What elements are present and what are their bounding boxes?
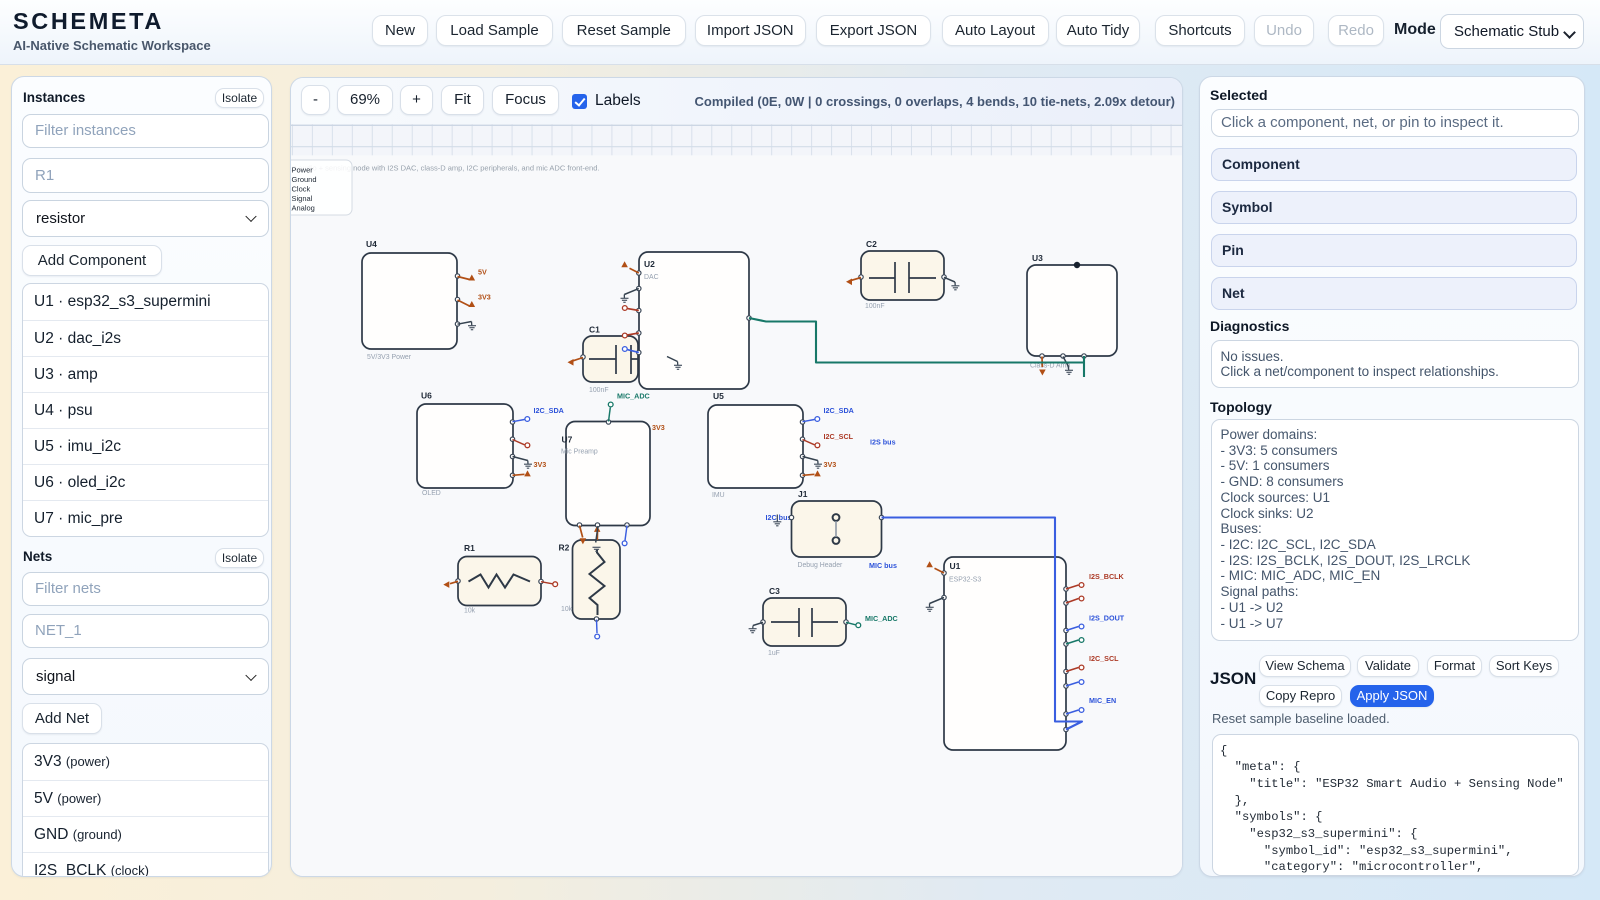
- svg-text:I2S_BCLK: I2S_BCLK: [1089, 572, 1125, 581]
- svg-text:R1: R1: [464, 543, 475, 553]
- svg-text:Analog: Analog: [292, 204, 315, 213]
- svg-text:R2: R2: [559, 543, 570, 553]
- svg-text:100nF: 100nF: [865, 303, 885, 310]
- svg-text:U4: U4: [366, 239, 377, 249]
- svg-text:I2C_SDA: I2C_SDA: [824, 406, 854, 415]
- svg-text:I2C_SDA: I2C_SDA: [534, 406, 564, 415]
- svg-text:Signal: Signal: [292, 194, 313, 203]
- svg-text:C3: C3: [769, 586, 780, 596]
- svg-text:U2: U2: [644, 259, 655, 269]
- svg-text:I2S bus: I2S bus: [870, 438, 896, 447]
- svg-text:I2C bus: I2C bus: [766, 513, 792, 522]
- svg-text:U6: U6: [421, 391, 432, 401]
- svg-text:Mic Preamp: Mic Preamp: [561, 449, 598, 456]
- svg-text:MIC_ADC: MIC_ADC: [617, 392, 650, 401]
- svg-text:I2S_DOUT: I2S_DOUT: [1089, 614, 1125, 623]
- svg-text:MIC_EN: MIC_EN: [1089, 696, 1116, 705]
- svg-text:U7: U7: [562, 435, 573, 445]
- svg-text:DAC: DAC: [644, 274, 659, 281]
- svg-text:Ground: Ground: [292, 175, 317, 184]
- svg-text:I2C_SCL: I2C_SCL: [824, 432, 854, 441]
- svg-text:U3: U3: [1032, 253, 1043, 263]
- svg-text:OLED: OLED: [422, 490, 441, 497]
- svg-text:3V3: 3V3: [478, 293, 491, 302]
- svg-text:C1: C1: [589, 325, 600, 335]
- svg-text:C2: C2: [866, 239, 877, 249]
- svg-text:Clock: Clock: [292, 185, 311, 194]
- svg-text:J1: J1: [798, 489, 808, 499]
- svg-text:ESP32-S3: ESP32-S3: [949, 577, 981, 584]
- svg-text:10k: 10k: [561, 606, 573, 613]
- svg-text:MIC_ADC: MIC_ADC: [865, 614, 898, 623]
- svg-text:100nF: 100nF: [589, 387, 609, 394]
- svg-text:Power: Power: [292, 166, 314, 175]
- svg-text:5V/3V3 Power: 5V/3V3 Power: [367, 354, 412, 361]
- svg-text:U1: U1: [950, 561, 961, 571]
- svg-text:MIC bus: MIC bus: [869, 561, 897, 570]
- svg-text:IMU: IMU: [712, 492, 725, 499]
- svg-text:Debug Header: Debug Header: [798, 562, 844, 569]
- svg-text:5V: 5V: [478, 268, 487, 277]
- svg-text:I2C_SCL: I2C_SCL: [1089, 654, 1119, 663]
- svg-text:U5: U5: [713, 391, 724, 401]
- svg-text:1uF: 1uF: [768, 650, 780, 657]
- svg-text:3V3: 3V3: [652, 423, 665, 432]
- svg-text:3V3: 3V3: [534, 460, 547, 469]
- svg-text:3V3: 3V3: [824, 460, 837, 469]
- svg-text:10k: 10k: [464, 608, 476, 615]
